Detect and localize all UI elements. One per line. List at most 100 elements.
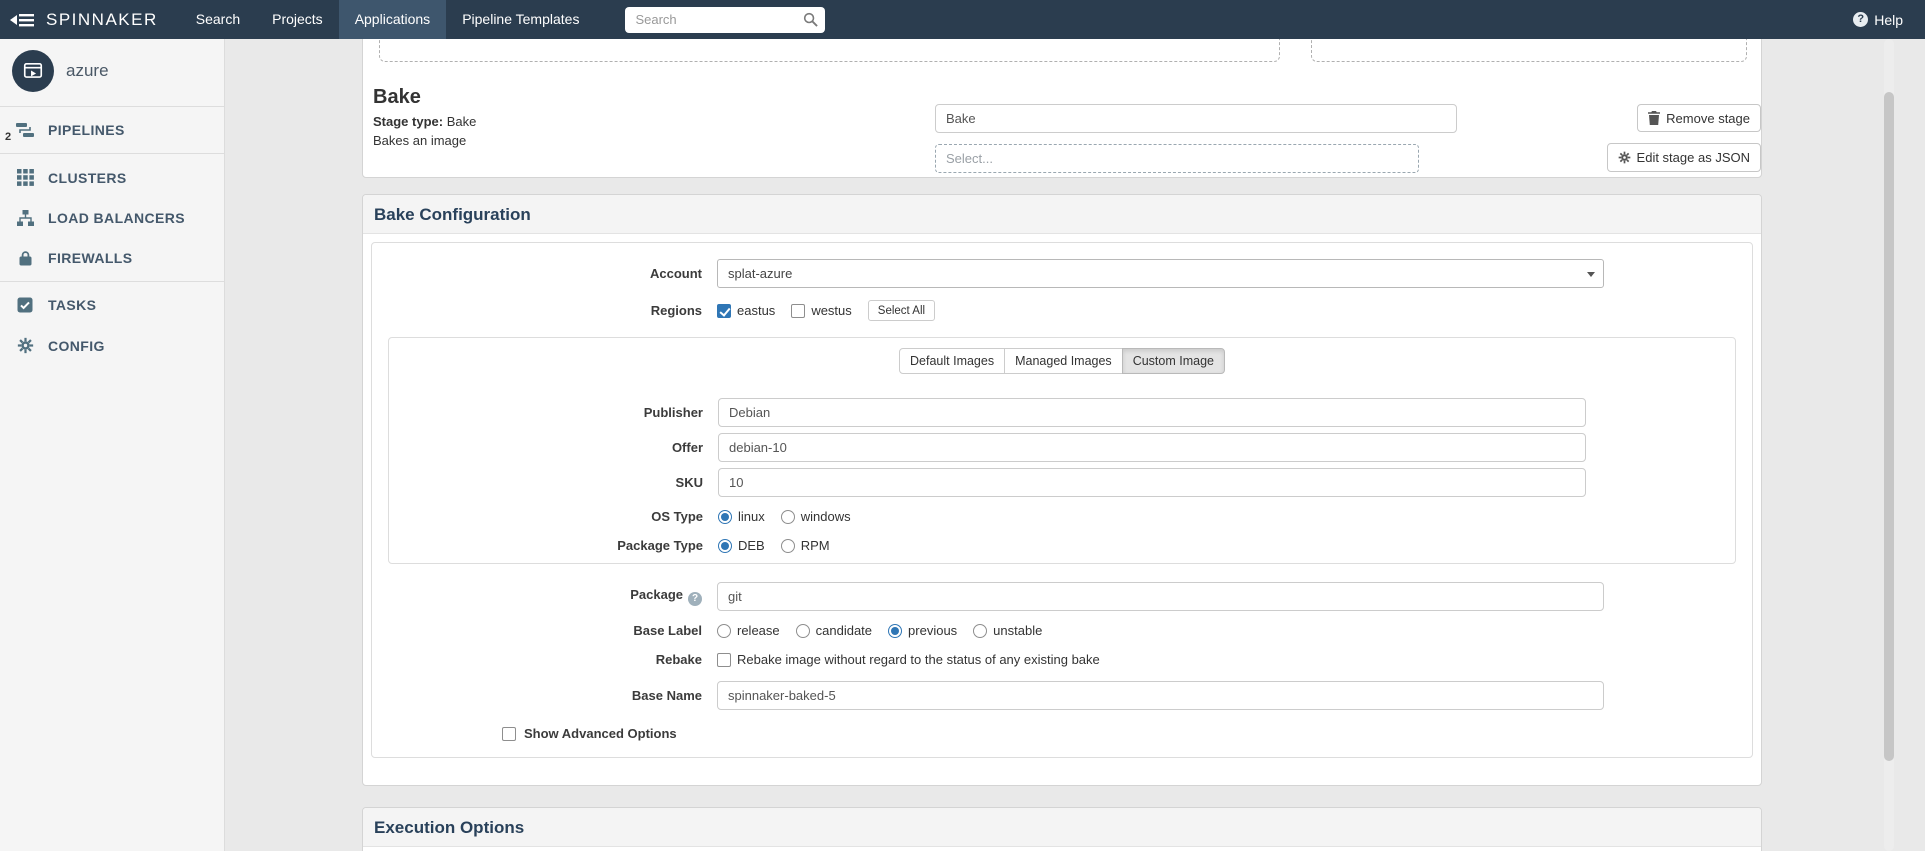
sidebar-item-firewalls[interactable]: FIREWALLS xyxy=(0,238,224,278)
sidebar-divider xyxy=(0,153,224,154)
scrollbar-track[interactable] xyxy=(1884,39,1894,851)
account-select-value: splat-azure xyxy=(728,266,793,281)
nav-item-projects[interactable]: Projects xyxy=(256,0,339,39)
region-westus-label: westus xyxy=(811,303,852,318)
region-eastus-option[interactable]: eastus xyxy=(717,303,775,318)
base-label-unstable-option[interactable]: unstable xyxy=(973,623,1042,638)
sidebar-item-tasks[interactable]: TASKS xyxy=(0,285,224,325)
sidebar-item-config[interactable]: CONFIG xyxy=(0,325,224,366)
base-name-label: Base Name xyxy=(631,688,702,703)
publisher-label: Publisher xyxy=(643,405,703,420)
tab-managed-images[interactable]: Managed Images xyxy=(1004,348,1123,374)
sidebar-item-label: TASKS xyxy=(48,297,97,313)
rebake-option[interactable]: Rebake image without regard to the statu… xyxy=(717,652,1100,667)
base-label-candidate-option[interactable]: candidate xyxy=(795,623,873,638)
load-balancers-icon xyxy=(14,210,36,226)
account-select[interactable]: splat-azure xyxy=(717,259,1604,288)
sidebar-divider xyxy=(0,106,224,107)
sidebar-item-load-balancers[interactable]: LOAD BALANCERS xyxy=(0,198,224,238)
sku-input[interactable] xyxy=(718,468,1586,497)
os-windows-label: windows xyxy=(800,509,851,524)
sidebar-item-label: PIPELINES xyxy=(48,122,125,138)
stage-type-value: Bake xyxy=(446,114,477,129)
rebake-row: Rebake Rebake image without regard to th… xyxy=(372,652,1752,667)
os-linux-option[interactable]: linux xyxy=(718,509,765,524)
pipelines-count-badge: 2 xyxy=(5,131,12,143)
tab-default-images[interactable]: Default Images xyxy=(899,348,1006,374)
nav-item-applications[interactable]: Applications xyxy=(338,0,447,39)
nav-item-search[interactable]: Search xyxy=(180,0,256,39)
base-label-row: Base Label release candidate previous un… xyxy=(372,623,1752,638)
primary-nav: Search Projects Applications Pipeline Te… xyxy=(180,0,596,39)
help-icon xyxy=(1853,12,1869,27)
depends-on-select[interactable]: Select... xyxy=(935,144,1419,173)
base-name-input[interactable] xyxy=(717,681,1604,710)
global-search-input[interactable] xyxy=(625,6,826,33)
checkbox-icon xyxy=(717,303,731,318)
application-icon xyxy=(12,50,54,92)
base-label-candidate-label: candidate xyxy=(815,623,873,638)
publisher-input[interactable] xyxy=(718,398,1586,427)
image-source-panel: Default Images Managed Images Custom Ima… xyxy=(388,337,1736,564)
image-source-tabs: Default Images Managed Images Custom Ima… xyxy=(389,348,1735,374)
select-all-regions-button[interactable]: Select All xyxy=(867,300,936,321)
package-input[interactable] xyxy=(717,582,1604,611)
global-search xyxy=(625,6,826,33)
main-pane: Bake Stage type: Bake Bakes an image Sta… xyxy=(225,39,1925,851)
sidebar-nav: 2 PIPELINES CLUSTERS LOAD BALANCERS FIRE… xyxy=(0,110,224,366)
edit-stage-json-button[interactable]: Edit stage as JSON xyxy=(1606,143,1761,172)
sku-label: SKU xyxy=(675,475,703,490)
package-type-label: Package Type xyxy=(617,538,703,553)
offer-input[interactable] xyxy=(718,433,1586,462)
menu-icon[interactable] xyxy=(0,0,46,39)
pipeline-stage-box[interactable] xyxy=(1311,39,1747,62)
question-icon xyxy=(688,592,702,606)
package-type-rpm-option[interactable]: RPM xyxy=(780,538,830,553)
pipeline-stage-box[interactable] xyxy=(379,39,1280,62)
offer-label: Offer xyxy=(671,440,703,455)
show-advanced-options[interactable]: Show Advanced Options xyxy=(502,726,1752,741)
base-label-unstable-label: unstable xyxy=(993,623,1043,638)
os-type-label: OS Type xyxy=(651,509,703,524)
help-link[interactable]: Help xyxy=(1853,0,1925,39)
execution-options-card: Execution Options xyxy=(362,807,1762,851)
sidebar-item-clusters[interactable]: CLUSTERS xyxy=(0,157,224,198)
bake-form-panel: Account splat-azure Regions eastus westu… xyxy=(371,242,1753,758)
radio-icon xyxy=(888,623,903,638)
radio-icon xyxy=(780,509,795,524)
remove-stage-label: Remove stage xyxy=(1666,110,1750,126)
os-type-options: linux windows xyxy=(718,509,867,524)
base-label-previous-option[interactable]: previous xyxy=(888,623,957,638)
base-name-row: Base Name xyxy=(372,681,1752,710)
base-label-release-option[interactable]: release xyxy=(717,623,780,638)
lock-icon xyxy=(14,250,36,266)
tasks-icon xyxy=(14,297,36,313)
regions-label: Regions xyxy=(650,303,702,318)
account-row: Account splat-azure xyxy=(372,259,1752,288)
gear-icon xyxy=(1618,151,1631,164)
os-windows-option[interactable]: windows xyxy=(780,509,851,524)
package-label: Package xyxy=(372,587,717,606)
sidebar-item-pipelines[interactable]: 2 PIPELINES xyxy=(0,110,224,150)
tab-custom-image[interactable]: Custom Image xyxy=(1121,348,1225,374)
stage-info: Bake Stage type: Bake Bakes an image xyxy=(373,86,476,148)
stage-editor-card: Bake Stage type: Bake Bakes an image Sta… xyxy=(362,39,1762,178)
app-brand[interactable]: SPINNAKER xyxy=(46,0,158,39)
edit-stage-json-label: Edit stage as JSON xyxy=(1636,150,1750,165)
remove-stage-button[interactable]: Remove stage xyxy=(1637,104,1761,132)
stage-name-input[interactable] xyxy=(935,104,1457,133)
application-header[interactable]: azure xyxy=(0,39,224,103)
radio-icon xyxy=(795,623,810,638)
nav-item-pipeline-templates[interactable]: Pipeline Templates xyxy=(446,0,595,39)
stage-type-label: Stage type: xyxy=(373,114,444,129)
region-westus-option[interactable]: westus xyxy=(791,303,852,318)
package-type-deb-option[interactable]: DEB xyxy=(718,538,765,553)
os-type-row: OS Type linux windows xyxy=(389,509,1735,524)
regions-row: Regions eastus westus Select All xyxy=(372,300,1752,321)
scrollbar-thumb[interactable] xyxy=(1884,92,1894,761)
chevron-down-icon xyxy=(1587,272,1595,277)
radio-icon xyxy=(717,623,731,638)
package-type-deb-label: DEB xyxy=(738,538,765,553)
offer-row: Offer xyxy=(389,433,1735,462)
package-type-rpm-label: RPM xyxy=(800,538,830,553)
